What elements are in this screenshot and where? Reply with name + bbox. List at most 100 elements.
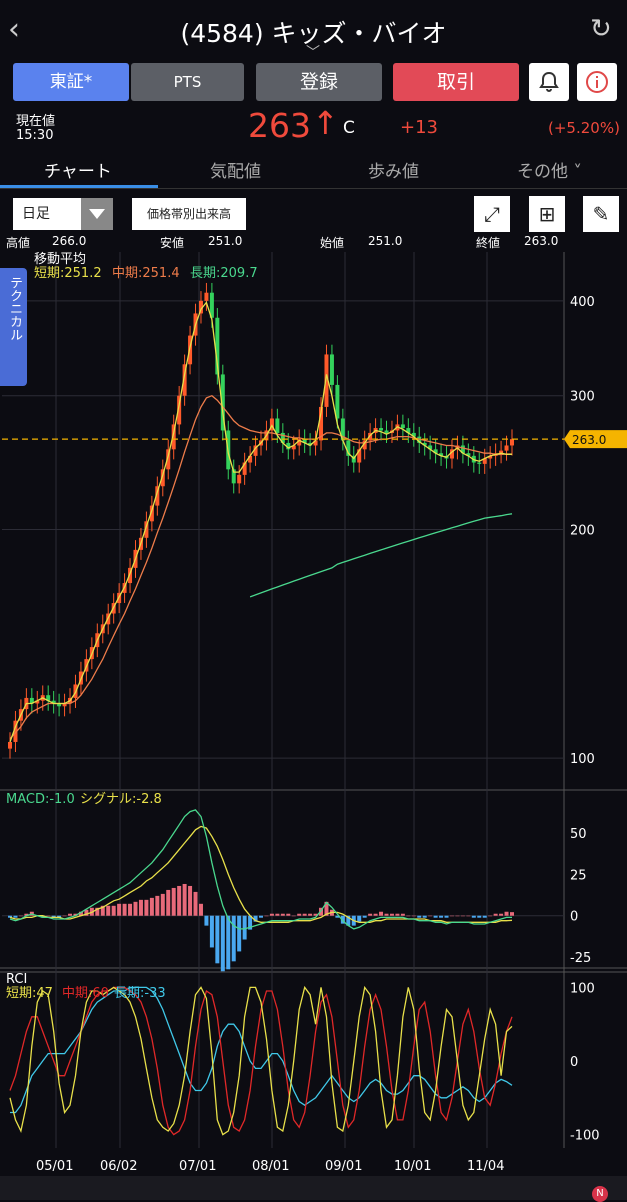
x-tick-label: 05/01 <box>36 1159 73 1174</box>
macd-histogram-bar <box>106 905 111 916</box>
rci-legend-item: 長期:-33 <box>114 986 166 1001</box>
macd-histogram-bar <box>444 915 449 918</box>
ma-legend-item: 短期:251.2 <box>34 266 102 281</box>
macd-histogram-bar <box>400 913 405 916</box>
macd-histogram-bar <box>368 913 373 916</box>
macd-histogram-bar <box>220 915 225 972</box>
macd-histogram-bar <box>215 915 220 964</box>
macd-y-tick-label: 0 <box>570 910 578 925</box>
candle-body <box>329 354 334 385</box>
macd-histogram-bar <box>280 913 285 916</box>
candle-body <box>510 439 514 446</box>
candle-body <box>275 418 280 433</box>
macd-histogram-bar <box>68 913 73 916</box>
macd-histogram-bar <box>188 885 193 916</box>
rci-y-tick-label: 100 <box>570 981 595 996</box>
macd-histogram-bar <box>155 895 160 916</box>
rci-y-tick-label: 0 <box>570 1055 578 1070</box>
macd-histogram-bar <box>46 915 51 917</box>
macd-histogram-bar <box>18 915 23 917</box>
macd-legend-item: MACD:-1.0 <box>6 792 75 807</box>
x-axis-bg <box>0 1148 627 1176</box>
x-tick-label: 09/01 <box>325 1159 362 1174</box>
macd-histogram-bar <box>477 915 482 918</box>
technical-tab-label: テクニカル <box>7 276 22 341</box>
macd-histogram-bar <box>237 915 242 952</box>
macd-histogram-bar <box>209 915 214 948</box>
rci-y-tick-label: -100 <box>570 1129 600 1144</box>
macd-histogram-bar <box>138 899 143 916</box>
macd-histogram-bar <box>510 912 514 916</box>
stock-chart[interactable]: 100 200 300 400 263.0 移動平均短期:251.2 中期:251.4 長期:… <box>0 0 627 1200</box>
macd-histogram-bar <box>466 915 471 917</box>
macd-histogram-bar <box>198 903 203 916</box>
macd-histogram-bar <box>193 891 198 916</box>
macd-histogram-bar <box>171 887 176 916</box>
x-tick-label: 06/02 <box>100 1159 137 1174</box>
rci-title: RCI <box>6 972 27 987</box>
macd-legend-item: シグナル:-2.8 <box>80 792 162 807</box>
macd-y-tick-label: 50 <box>570 827 587 842</box>
macd-histogram-bar <box>493 913 498 916</box>
macd-histogram-bar <box>406 915 411 917</box>
macd-histogram-bar <box>373 913 378 916</box>
y-tick-label: 400 <box>570 295 595 310</box>
macd-histogram-bar <box>117 903 122 916</box>
macd-histogram-bar <box>160 893 165 916</box>
macd-histogram-bar <box>460 915 465 917</box>
y-tick-label: 200 <box>570 523 595 538</box>
macd-histogram-bar <box>417 915 422 918</box>
macd-histogram-bar <box>149 897 154 916</box>
macd-histogram-bar <box>449 915 454 917</box>
macd-histogram-bar <box>455 915 460 917</box>
x-tick-label: 11/04 <box>467 1159 504 1174</box>
macd-histogram-bar <box>395 913 400 916</box>
macd-histogram-bar <box>488 915 493 917</box>
macd-histogram-bar <box>166 889 171 916</box>
macd-histogram-bar <box>504 911 509 916</box>
macd-histogram-bar <box>389 913 394 916</box>
macd-histogram-bar <box>286 913 291 916</box>
macd-histogram-bar <box>499 913 504 916</box>
candle-body <box>8 741 12 749</box>
macd-histogram-bar <box>422 915 427 918</box>
macd-panel-bg <box>0 790 627 968</box>
macd-histogram-bar <box>177 885 182 916</box>
ma-legend-item: 長期:209.7 <box>190 266 258 281</box>
macd-histogram-bar <box>439 915 444 918</box>
macd-histogram-bar <box>111 905 116 916</box>
macd-histogram-bar <box>13 915 18 918</box>
candle-body <box>477 462 482 464</box>
candle-body <box>400 424 405 429</box>
candle-body <box>504 445 509 451</box>
candle-body <box>204 292 209 301</box>
macd-histogram-bar <box>269 913 274 916</box>
macd-histogram-bar <box>62 915 67 917</box>
macd-y-tick-label: 25 <box>570 868 587 883</box>
macd-histogram-bar <box>384 913 389 916</box>
macd-histogram-bar <box>357 915 362 922</box>
macd-histogram-bar <box>297 913 302 916</box>
macd-histogram-bar <box>182 883 187 916</box>
price-panel-bg <box>0 252 627 790</box>
macd-histogram-bar <box>482 915 487 918</box>
macd-histogram-bar <box>379 911 384 916</box>
candle-body <box>335 384 340 419</box>
y-tick-label: 300 <box>570 390 595 405</box>
macd-histogram-bar <box>226 915 231 970</box>
macd-histogram-bar <box>411 915 416 917</box>
macd-histogram-bar <box>264 915 269 917</box>
macd-histogram-bar <box>302 913 307 916</box>
candle-body <box>379 428 384 431</box>
macd-histogram-bar <box>308 913 313 916</box>
macd-histogram-bar <box>242 915 247 940</box>
rci-legend-item: 短期:47 <box>6 986 53 1001</box>
x-tick-label: 07/01 <box>179 1159 216 1174</box>
macd-histogram-bar <box>471 915 476 918</box>
x-tick-label: 10/01 <box>394 1159 431 1174</box>
macd-y-tick-label: -25 <box>570 951 591 966</box>
macd-histogram-bar <box>275 913 280 916</box>
ma-legend-item: 中期:251.4 <box>112 266 180 281</box>
bottom-nav <box>0 1176 627 1200</box>
candle-body <box>384 430 389 433</box>
